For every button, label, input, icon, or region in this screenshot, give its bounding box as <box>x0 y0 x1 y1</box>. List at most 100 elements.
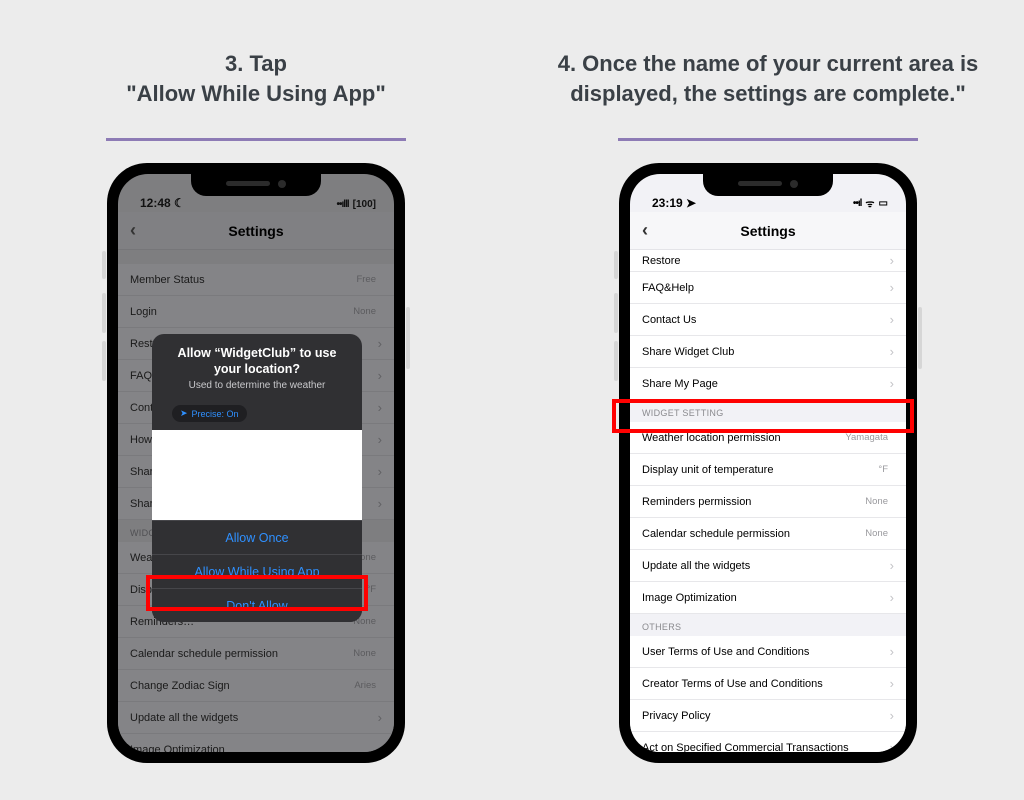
table-row[interactable]: Image Optimization › <box>118 734 394 752</box>
power-button <box>918 307 922 369</box>
row-label: User Terms of Use and Conditions <box>642 646 809 658</box>
row-value: °F <box>878 464 888 475</box>
row-label: FAQ&Help <box>642 282 694 294</box>
notch <box>191 171 321 196</box>
row-label: Login <box>130 306 157 318</box>
chevron-right-icon: › <box>378 742 382 752</box>
row-label: Contact Us <box>642 314 696 326</box>
table-row[interactable]: Change Zodiac SignAries <box>118 670 394 702</box>
chevron-right-icon: › <box>378 496 382 511</box>
status-time: 12:48 ☾ <box>140 196 185 210</box>
row-label: Restore <box>642 255 681 267</box>
header-title: Settings <box>228 223 283 239</box>
vol-down <box>102 341 106 381</box>
battery-icon: ▭ <box>879 198 888 209</box>
mute-switch <box>102 251 106 279</box>
chevron-right-icon: › <box>378 464 382 479</box>
row-label: Reminders permission <box>642 496 751 508</box>
wifi-icon: ᯤ <box>865 196 874 210</box>
notch <box>703 171 833 196</box>
back-icon[interactable]: ‹ <box>642 220 648 241</box>
row-label: Share Widget Club <box>642 346 734 358</box>
row-label: Update all the widgets <box>130 712 238 724</box>
dialog-header: Allow “WidgetClub” to use your location?… <box>152 334 362 401</box>
screen-1: 12:48 ☾ ••ılll [100] ‹ Settings Member S… <box>118 174 394 752</box>
dialog-subtitle: Used to determine the weather <box>166 380 348 391</box>
table-row[interactable]: Share Widget Club› <box>630 336 906 368</box>
table-row[interactable]: Share My Page › <box>630 368 906 400</box>
row-label: Act on Specified Commercial Transactions <box>642 742 849 753</box>
precise-badge[interactable]: ➤Precise: On <box>172 405 247 422</box>
table-row[interactable]: Member StatusFree <box>118 264 394 296</box>
row-label: Privacy Policy <box>642 710 710 722</box>
chevron-right-icon: › <box>890 312 894 327</box>
screen-2: 23:19 ➤ ••ıl ᯤ ▭ ‹ Settings Restore›FAQ&… <box>630 174 906 752</box>
table-row[interactable]: LoginNone <box>118 296 394 328</box>
vol-down <box>614 341 618 381</box>
header-title: Settings <box>740 223 795 239</box>
row-label: Change Zodiac Sign <box>130 680 230 692</box>
row-label: Creator Terms of Use and Conditions <box>642 678 823 690</box>
row-value: None <box>865 496 888 507</box>
chevron-right-icon: › <box>890 676 894 691</box>
table-row[interactable]: Restore › <box>630 250 906 272</box>
row-value: Free <box>356 274 376 285</box>
battery-icon: [100] <box>353 199 376 210</box>
step3-line2: "Allow While Using App" <box>126 79 386 109</box>
row-label: Weather location permission <box>642 432 781 444</box>
chevron-right-icon: › <box>378 368 382 383</box>
power-button <box>406 307 410 369</box>
allow-once-button[interactable]: Allow Once <box>152 520 362 554</box>
status-time: 23:19 ➤ <box>652 196 696 210</box>
chevron-right-icon: › <box>378 432 382 447</box>
step3-line1: 3. Tap <box>126 49 386 79</box>
step-3-rule <box>106 138 406 141</box>
phone-2-wrap: 23:19 ➤ ••ıl ᯤ ▭ ‹ Settings Restore›FAQ&… <box>619 163 917 763</box>
chevron-right-icon: › <box>378 336 382 351</box>
step-4-title: 4. Once the name of your current area is… <box>512 20 1024 138</box>
row-value: Yamagata <box>845 432 888 443</box>
step-4-rule <box>618 138 918 141</box>
row-label: Share My Page <box>642 378 718 390</box>
row-value: None <box>353 648 376 659</box>
row-value: None <box>865 528 888 539</box>
highlight-allow-while-using <box>146 575 368 611</box>
step-3-panel: 3. Tap "Allow While Using App" 12:48 ☾ •… <box>0 0 512 800</box>
chevron-right-icon: › <box>890 376 894 391</box>
table-row[interactable]: Image Optimization› <box>630 582 906 614</box>
table-row[interactable]: Act on Specified Commercial Transactions… <box>630 732 906 752</box>
chevron-right-icon: › <box>890 708 894 723</box>
vol-up <box>102 293 106 333</box>
location-arrow-icon: ➤ <box>180 408 188 419</box>
vol-up <box>614 293 618 333</box>
row-label: Image Optimization <box>130 744 225 753</box>
table-row[interactable]: Privacy Policy › <box>630 700 906 732</box>
table-row[interactable]: Contact Us › <box>630 304 906 336</box>
row-label: Display unit of temperature <box>642 464 773 476</box>
settings-header: ‹ Settings <box>118 212 394 250</box>
signal-icon: ••ılll <box>337 199 349 210</box>
dialog-title: Allow “WidgetClub” to use your location? <box>166 346 348 377</box>
chevron-right-icon: › <box>378 710 382 725</box>
mute-switch <box>614 251 618 279</box>
table-row[interactable]: Calendar schedule permission None <box>630 518 906 550</box>
table-row[interactable]: Update all the widgets› <box>630 550 906 582</box>
table-row[interactable]: Display unit of temperature °F <box>630 454 906 486</box>
chevron-right-icon: › <box>890 590 894 605</box>
step-3-title: 3. Tap "Allow While Using App" <box>106 20 406 138</box>
table-row[interactable]: Update all the widgets › <box>118 702 394 734</box>
table-row[interactable]: Reminders permission None <box>630 486 906 518</box>
phone-1-wrap: 12:48 ☾ ••ılll [100] ‹ Settings Member S… <box>107 163 405 763</box>
dialog-map-placeholder <box>152 430 362 520</box>
table-row[interactable]: Calendar schedule permissionNone <box>118 638 394 670</box>
table-row[interactable]: FAQ&Help› <box>630 272 906 304</box>
table-row[interactable]: User Terms of Use and Conditions› <box>630 636 906 668</box>
back-icon[interactable]: ‹ <box>130 220 136 241</box>
settings-header: ‹ Settings <box>630 212 906 250</box>
settings-list-2: Restore›FAQ&Help›Contact Us›Share Widget… <box>630 250 906 752</box>
table-row[interactable]: Creator Terms of Use and Conditions › <box>630 668 906 700</box>
section-others: OTHERS <box>630 614 906 636</box>
phone-1: 12:48 ☾ ••ılll [100] ‹ Settings Member S… <box>107 163 405 763</box>
row-label: Calendar schedule permission <box>642 528 790 540</box>
chevron-right-icon: › <box>890 253 894 268</box>
